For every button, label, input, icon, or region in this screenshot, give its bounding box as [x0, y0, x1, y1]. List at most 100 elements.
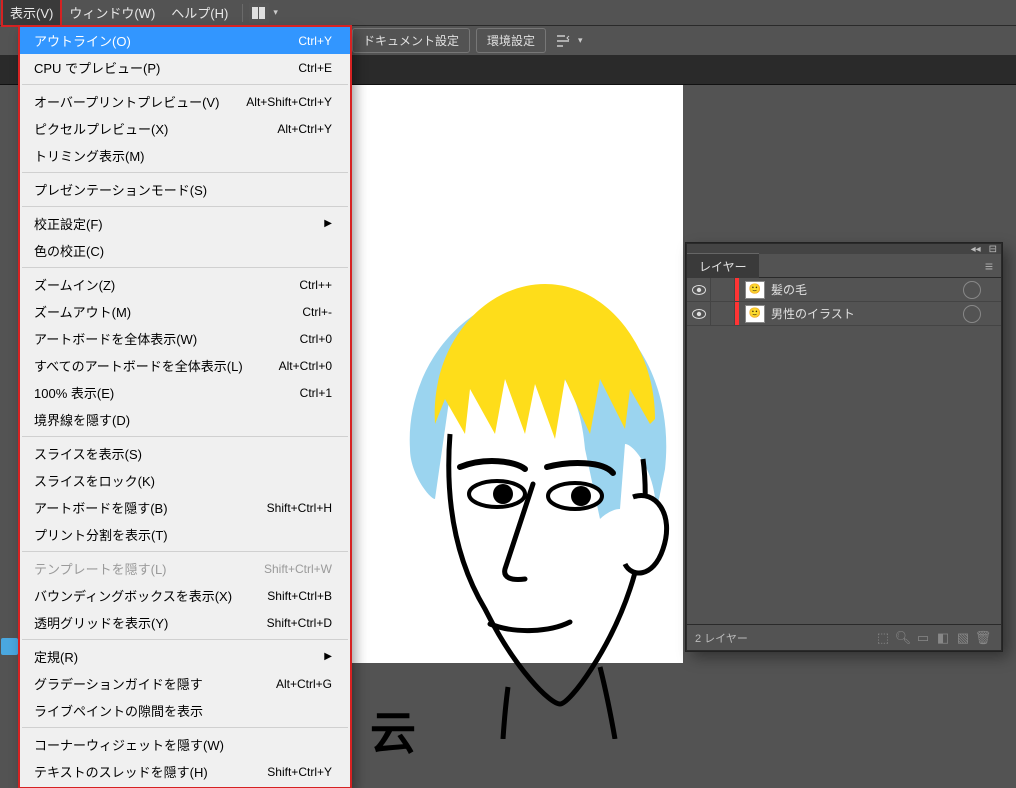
- layers-count: 2 レイヤー: [695, 630, 748, 646]
- menu-item[interactable]: プリント分割を表示(T): [20, 521, 350, 548]
- visibility-eye-icon[interactable]: [687, 302, 711, 325]
- menu-item-label: プリント分割を表示(T): [34, 525, 168, 544]
- tool-panel: [0, 85, 19, 663]
- menu-item[interactable]: スライスをロック(K): [20, 467, 350, 494]
- menubar: 表示(V) ウィンドウ(W) ヘルプ(H) ▾: [0, 0, 1016, 26]
- menu-item-label: ズームアウト(M): [34, 302, 131, 321]
- menu-item-shortcut: Shift+Ctrl+B: [267, 589, 332, 603]
- menu-item-shortcut: Shift+Ctrl+W: [264, 562, 332, 576]
- new-layer-icon[interactable]: ▧: [953, 628, 973, 648]
- submenu-arrow-icon: ▶: [324, 651, 332, 662]
- visibility-eye-icon[interactable]: [687, 278, 711, 301]
- menu-item[interactable]: ズームイン(Z)Ctrl++: [20, 271, 350, 298]
- menu-item-label: トリミング表示(M): [34, 146, 145, 165]
- menu-item[interactable]: 透明グリッドを表示(Y)Shift+Ctrl+D: [20, 609, 350, 636]
- layer-name: 髪の毛: [771, 281, 963, 298]
- menu-item[interactable]: 100% 表示(E)Ctrl+1: [20, 379, 350, 406]
- clip-mask-icon[interactable]: ▭: [913, 628, 933, 648]
- menu-item-label: アートボードを全体表示(W): [34, 329, 197, 348]
- menu-item-label: スライスをロック(K): [34, 471, 155, 490]
- menu-help[interactable]: ヘルプ(H): [163, 0, 236, 26]
- menu-item-label: グラデーションガイドを隠す: [34, 674, 203, 693]
- menu-item-shortcut: Alt+Ctrl+0: [279, 359, 332, 373]
- menu-item[interactable]: 色の校正(C): [20, 237, 350, 264]
- menu-item[interactable]: 境界線を隠す(D): [20, 406, 350, 433]
- chevron-down-icon[interactable]: ▾: [273, 7, 278, 18]
- menu-item[interactable]: スライスを表示(S): [20, 440, 350, 467]
- layers-tab[interactable]: レイヤー: [687, 253, 759, 279]
- menu-item-label: すべてのアートボードを全体表示(L): [34, 356, 243, 375]
- menu-item-shortcut: Alt+Ctrl+Y: [277, 122, 332, 136]
- menu-item-shortcut: Ctrl+E: [298, 61, 332, 75]
- menu-item[interactable]: ズームアウト(M)Ctrl+-: [20, 298, 350, 325]
- menu-separator: [22, 551, 348, 552]
- lock-slot[interactable]: [711, 278, 735, 301]
- new-sublayer-icon[interactable]: ◧: [933, 628, 953, 648]
- separator: [242, 4, 243, 22]
- menu-item-label: バウンディングボックスを表示(X): [34, 586, 232, 605]
- menu-item: テンプレートを隠す(L) Shift+Ctrl+W: [20, 555, 350, 582]
- layer-row[interactable]: 🙂男性のイラスト: [687, 302, 1001, 326]
- preferences-button[interactable]: 環境設定: [476, 28, 546, 53]
- panel-menu-icon[interactable]: ≡: [985, 258, 1001, 274]
- delete-layer-icon[interactable]: 🗑: [973, 628, 993, 648]
- menu-item-shortcut: Ctrl+0: [300, 332, 332, 346]
- menu-item[interactable]: アートボードを隠す(B)Shift+Ctrl+H: [20, 494, 350, 521]
- layer-color-bar: [735, 278, 739, 301]
- target-icon[interactable]: [963, 281, 981, 299]
- workspace-switcher-icon[interactable]: [249, 3, 269, 23]
- layer-color-bar: [735, 302, 739, 325]
- menu-item-shortcut: Ctrl++: [299, 278, 332, 292]
- menu-item[interactable]: グラデーションガイドを隠すAlt+Ctrl+G: [20, 670, 350, 697]
- menu-item[interactable]: 定規(R) ▶: [20, 643, 350, 670]
- menu-item[interactable]: ライブペイントの隙間を表示: [20, 697, 350, 724]
- menu-item-label: テキストのスレッドを隠す(H): [34, 762, 208, 781]
- layer-row[interactable]: 🙂髪の毛: [687, 278, 1001, 302]
- menu-window[interactable]: ウィンドウ(W): [61, 0, 163, 26]
- menu-item-label: CPU でプレビュー(P): [34, 58, 160, 77]
- dropdown-indicator-icon[interactable]: ▾: [578, 35, 583, 46]
- menu-item[interactable]: CPU でプレビュー(P) Ctrl+E: [20, 54, 350, 81]
- menu-item-label: コーナーウィジェットを隠す(W): [34, 735, 224, 754]
- menu-item[interactable]: プレゼンテーションモード(S): [20, 176, 350, 203]
- menu-separator: [22, 639, 348, 640]
- menu-view[interactable]: 表示(V): [2, 0, 61, 26]
- menu-item[interactable]: すべてのアートボードを全体表示(L) Alt+Ctrl+0: [20, 352, 350, 379]
- menu-item-shortcut: Ctrl+Y: [298, 34, 332, 48]
- menu-item[interactable]: テキストのスレッドを隠す(H)Shift+Ctrl+Y: [20, 758, 350, 785]
- collapse-left-icon[interactable]: ◂◂: [971, 244, 981, 255]
- menu-item-label: テンプレートを隠す(L): [34, 559, 167, 578]
- menu-item[interactable]: コーナーウィジェットを隠す(W): [20, 731, 350, 758]
- menu-item-label: スライスを表示(S): [34, 444, 142, 463]
- document-setup-button[interactable]: ドキュメント設定: [352, 28, 470, 53]
- menu-separator: [22, 172, 348, 173]
- close-panel-icon[interactable]: ⊟: [989, 244, 997, 255]
- menu-item-label: オーバープリントプレビュー(V): [34, 92, 219, 111]
- lock-slot[interactable]: [711, 302, 735, 325]
- menu-item-shortcut: Ctrl+1: [300, 386, 332, 400]
- layers-list: 🙂髪の毛🙂男性のイラスト: [687, 278, 1001, 624]
- menu-item[interactable]: アートボードを全体表示(W) Ctrl+0: [20, 325, 350, 352]
- layers-panel: ◂◂ ⊟ レイヤー ≡ 🙂髪の毛🙂男性のイラスト 2 レイヤー ⬚ 🔍︎ ▭ ◧…: [686, 243, 1002, 651]
- menu-item-shortcut: Shift+Ctrl+H: [267, 501, 332, 515]
- menu-item[interactable]: アウトライン(O)Ctrl+Y: [20, 27, 350, 54]
- align-icon[interactable]: [552, 30, 574, 52]
- menu-item-label: ピクセルプレビュー(X): [34, 119, 168, 138]
- menu-item-label: 境界線を隠す(D): [34, 410, 130, 429]
- menu-item[interactable]: トリミング表示(M): [20, 142, 350, 169]
- menu-separator: [22, 84, 348, 85]
- menu-item-label: 定規(R): [34, 647, 78, 666]
- target-icon[interactable]: [963, 305, 981, 323]
- menu-item[interactable]: バウンディングボックスを表示(X) Shift+Ctrl+B: [20, 582, 350, 609]
- menu-item[interactable]: 校正設定(F)▶: [20, 210, 350, 237]
- menu-separator: [22, 436, 348, 437]
- search-layer-icon[interactable]: 🔍︎: [893, 628, 913, 648]
- menu-item-shortcut: Alt+Shift+Ctrl+Y: [246, 95, 332, 109]
- layer-name: 男性のイラスト: [771, 305, 963, 322]
- view-menu-dropdown: アウトライン(O)Ctrl+Y CPU でプレビュー(P) Ctrl+E オーバープリ…: [19, 26, 351, 788]
- menu-item-label: 色の校正(C): [34, 241, 104, 260]
- menu-item[interactable]: オーバープリントプレビュー(V) Alt+Shift+Ctrl+Y: [20, 88, 350, 115]
- menu-item[interactable]: ピクセルプレビュー(X) Alt+Ctrl+Y: [20, 115, 350, 142]
- locate-layer-icon[interactable]: ⬚: [873, 628, 893, 648]
- active-tool-swatch[interactable]: [1, 638, 18, 655]
